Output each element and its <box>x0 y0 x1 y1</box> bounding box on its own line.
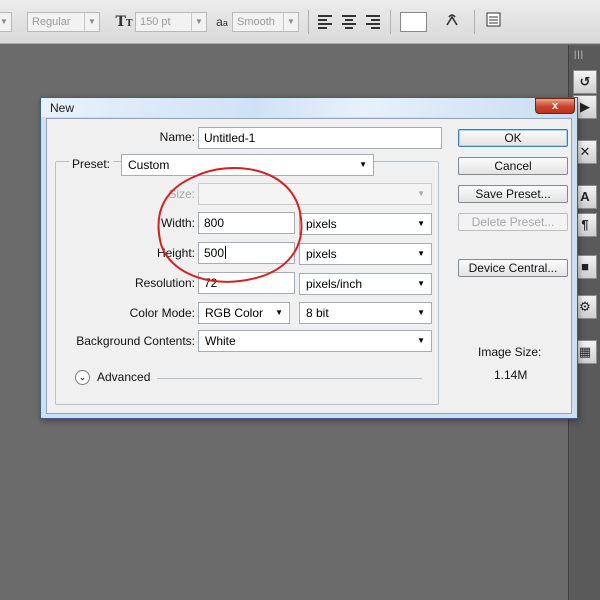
warp-text-icon[interactable] <box>442 12 462 32</box>
color-mode-select[interactable]: RGB Color ▼ <box>198 302 290 324</box>
preset-select[interactable]: Custom ▼ <box>121 154 374 176</box>
character-panel-icon[interactable] <box>484 12 502 32</box>
chevron-down-icon: ▼ <box>0 13 11 31</box>
toolbar-divider <box>308 10 309 34</box>
background-contents-label: Background Contents: <box>76 334 195 348</box>
chevron-down-icon: ▼ <box>191 13 206 31</box>
font-family-dropdown[interactable]: ▼ <box>0 12 12 32</box>
save-preset-button[interactable]: Save Preset... <box>458 185 568 203</box>
name-label: Name: <box>159 130 195 144</box>
close-icon: x <box>551 100 559 112</box>
advanced-label[interactable]: Advanced <box>97 370 150 384</box>
dialog-titlebar[interactable]: New x <box>41 98 577 117</box>
resolution-field[interactable]: 72 <box>198 272 295 294</box>
chevron-down-icon: ▼ <box>84 13 99 31</box>
toolbar-divider <box>390 10 391 34</box>
text-cursor <box>225 246 227 259</box>
device-central-button[interactable]: Device Central... <box>458 259 568 277</box>
chevron-down-icon: ▼ <box>359 160 367 169</box>
align-left-icon[interactable] <box>318 15 332 29</box>
width-unit-select[interactable]: pixels ▼ <box>299 213 432 235</box>
resolution-unit-select[interactable]: pixels/inch ▼ <box>299 273 432 295</box>
background-contents-value: White <box>205 334 236 348</box>
name-field[interactable]: Untitled-1 <box>198 127 442 149</box>
close-button[interactable]: x <box>535 98 575 114</box>
font-style-dropdown[interactable]: Regular ▼ <box>27 12 100 32</box>
resolution-unit-value: pixels/inch <box>306 277 363 291</box>
width-field[interactable]: 800 <box>198 212 295 234</box>
bit-depth-select[interactable]: 8 bit ▼ <box>299 302 432 324</box>
chevron-down-icon: ▼ <box>417 279 425 288</box>
image-size-label: Image Size: <box>478 345 542 359</box>
height-value: 500 <box>204 246 225 260</box>
ok-button[interactable]: OK <box>458 129 568 147</box>
expand-advanced-icon[interactable]: ⌄ <box>75 370 90 385</box>
align-right-icon[interactable] <box>366 15 380 29</box>
chevron-down-icon: ▼ <box>417 219 425 228</box>
color-mode-label: Color Mode: <box>129 306 195 320</box>
preset-value: Custom <box>128 158 170 172</box>
chevron-down-icon: ▼ <box>417 308 425 317</box>
antialias-icon: aa <box>216 15 228 29</box>
chevron-down-icon: ▼ <box>283 13 298 31</box>
toolbar-divider <box>474 10 475 34</box>
background-contents-select[interactable]: White ▼ <box>198 330 432 352</box>
panel-grip-icon[interactable]: ||| <box>574 49 584 59</box>
font-style-value: Regular <box>32 16 71 28</box>
dialog-title: New <box>50 101 75 115</box>
antialias-value: Smooth <box>237 16 275 28</box>
font-size-value: 150 pt <box>140 16 171 28</box>
image-size-value: 1.14M <box>494 368 528 382</box>
cancel-button[interactable]: Cancel <box>458 157 568 175</box>
preset-label: Preset: <box>69 157 114 171</box>
align-center-icon[interactable] <box>342 15 356 29</box>
antialias-dropdown[interactable]: Smooth ▼ <box>232 12 299 32</box>
chevron-down-icon: ▼ <box>275 308 283 317</box>
history-icon[interactable]: ↺ <box>573 70 597 94</box>
size-label: Size: <box>168 187 195 201</box>
dialog-body: Name: Untitled-1 Preset: Custom ▼ Size: … <box>46 118 572 414</box>
height-unit-select[interactable]: pixels ▼ <box>299 243 432 265</box>
delete-preset-button: Delete Preset... <box>458 213 568 231</box>
font-size-icon: TT <box>115 14 133 30</box>
chevron-down-icon: ▼ <box>417 189 425 198</box>
height-unit-value: pixels <box>306 247 337 261</box>
width-unit-value: pixels <box>306 217 337 231</box>
size-select: ▼ <box>198 183 432 205</box>
height-label: Height: <box>156 246 195 260</box>
font-size-dropdown[interactable]: 150 pt ▼ <box>135 12 207 32</box>
advanced-divider <box>157 378 422 379</box>
chevron-down-icon: ▼ <box>417 336 425 345</box>
text-color-swatch[interactable] <box>400 12 427 32</box>
height-field[interactable]: 500 <box>198 242 295 264</box>
color-mode-value: RGB Color <box>205 306 264 320</box>
options-bar: ▼ Regular ▼ TT 150 pt ▼ aa Smooth ▼ <box>0 0 600 44</box>
bit-depth-value: 8 bit <box>306 306 329 320</box>
width-label: Width: <box>160 216 195 230</box>
new-document-dialog: New x Name: Untitled-1 Preset: Custom ▼ … <box>40 97 578 419</box>
chevron-down-icon: ▼ <box>417 249 425 258</box>
resolution-label: Resolution: <box>134 276 195 290</box>
